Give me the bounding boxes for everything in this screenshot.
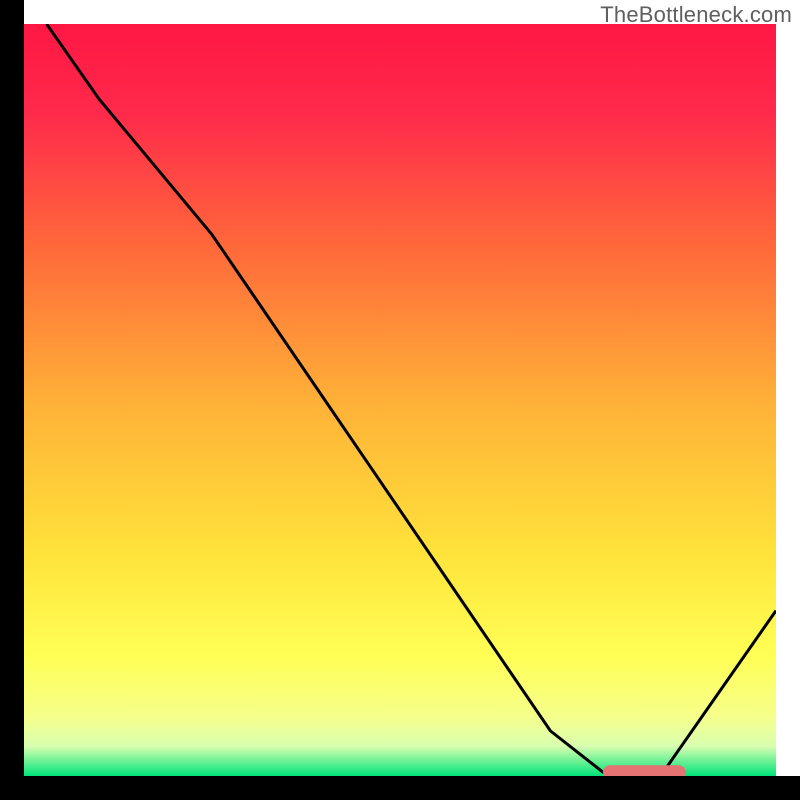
bottleneck-chart (0, 0, 800, 800)
chart-container: TheBottleneck.com (0, 0, 800, 800)
heatmap-background (24, 24, 776, 776)
y-axis (0, 0, 24, 800)
x-axis (0, 776, 800, 800)
watermark-text: TheBottleneck.com (600, 2, 792, 28)
